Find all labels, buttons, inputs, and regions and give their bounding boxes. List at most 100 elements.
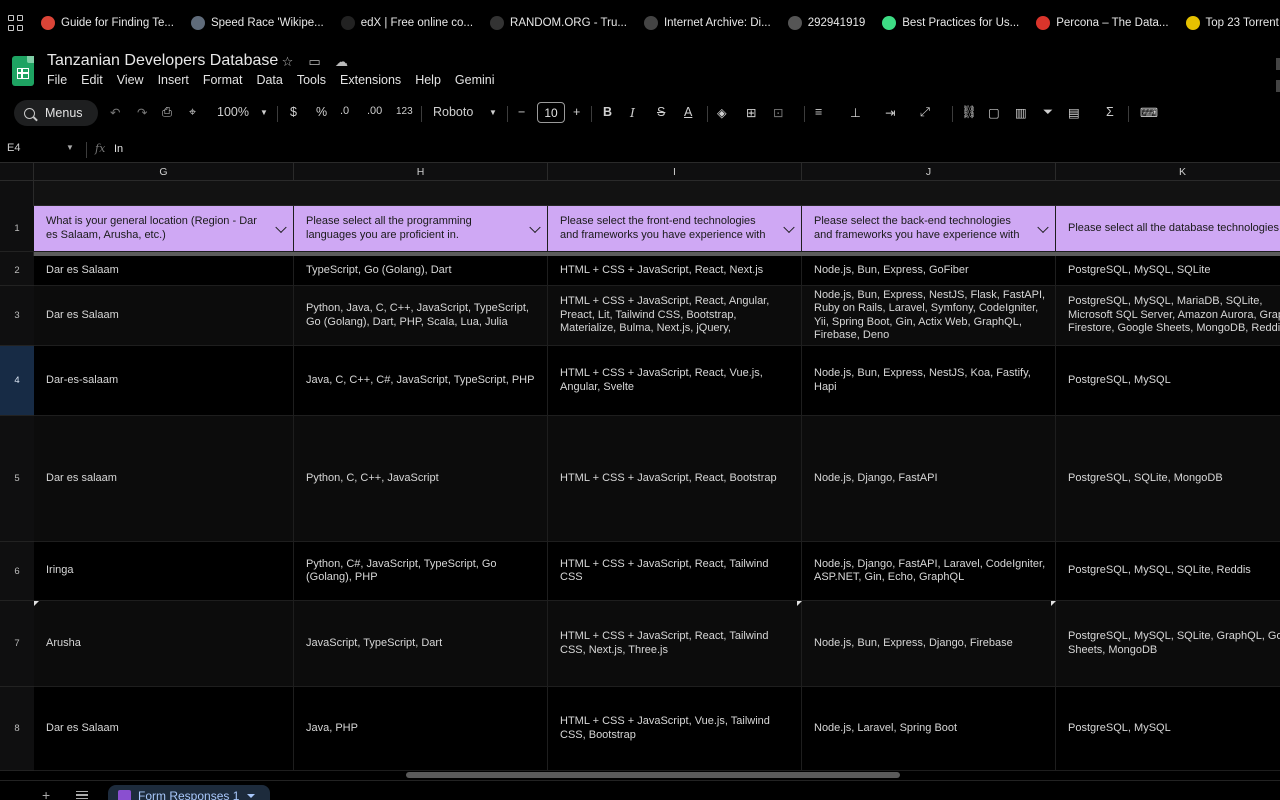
- move-folder-icon[interactable]: ▭: [307, 54, 322, 69]
- filter-chevron-icon[interactable]: [529, 221, 541, 233]
- row-header-1[interactable]: 1: [0, 206, 34, 252]
- cell-backend[interactable]: Node.js, Django, FastAPI, Laravel, CodeI…: [802, 542, 1056, 601]
- italic-button[interactable]: I: [630, 105, 635, 120]
- cell-frontend[interactable]: HTML + CSS + JavaScript, React, Vue.js, …: [548, 346, 802, 416]
- zoom-chevron-icon[interactable]: ▼: [260, 108, 268, 117]
- vertical-align-icon[interactable]: ⊥: [850, 105, 861, 120]
- header-cell-backend[interactable]: Please select the back-end technologies …: [802, 206, 1056, 252]
- column-header-k[interactable]: K: [1056, 163, 1280, 181]
- decrease-font-size-icon[interactable]: −: [518, 105, 525, 119]
- cell-location[interactable]: Dar es Salaam: [34, 687, 294, 771]
- cell-databases[interactable]: PostgreSQL, MySQL: [1056, 687, 1280, 771]
- bookmark-item[interactable]: 292941919: [787, 16, 865, 30]
- cell-backend[interactable]: Node.js, Bun, Express, Django, Firebase: [802, 601, 1056, 687]
- cell-languages[interactable]: Python, C, C++, JavaScript: [294, 416, 548, 542]
- text-rotation-icon[interactable]: ⤢: [920, 105, 930, 120]
- menu-help[interactable]: Help: [415, 73, 441, 87]
- add-sheet-icon[interactable]: +: [42, 787, 50, 800]
- menu-tools[interactable]: Tools: [297, 73, 326, 87]
- bookmark-item[interactable]: Percona – The Data...: [1036, 16, 1169, 30]
- cell-languages[interactable]: Python, Java, C, C++, JavaScript, TypeSc…: [294, 286, 548, 346]
- cell-frontend[interactable]: HTML + CSS + JavaScript, React, Tailwind…: [548, 542, 802, 601]
- row-header-6[interactable]: 6: [0, 542, 34, 601]
- menu-edit[interactable]: Edit: [81, 73, 103, 87]
- bookmark-item[interactable]: Best Practices for Us...: [882, 16, 1019, 30]
- filter-icon[interactable]: ⏷: [1043, 105, 1053, 120]
- header-cell-languages[interactable]: Please select all the programming langua…: [294, 206, 548, 252]
- menu-gemini[interactable]: Gemini: [455, 73, 495, 87]
- functions-icon[interactable]: Σ: [1106, 105, 1114, 119]
- column-header-h[interactable]: H: [294, 163, 548, 181]
- star-icon[interactable]: ☆: [280, 54, 295, 69]
- column-header-j[interactable]: J: [802, 163, 1056, 181]
- insert-link-icon[interactable]: ⛓: [961, 105, 977, 120]
- print-icon[interactable]: ⎙: [162, 105, 172, 120]
- header-cell-location[interactable]: What is your general location (Region - …: [34, 206, 294, 252]
- header-cell-databases[interactable]: Please select all the database technolog…: [1056, 206, 1280, 252]
- menu-format[interactable]: Format: [203, 73, 243, 87]
- strikethrough-button[interactable]: S: [657, 105, 665, 119]
- bookmark-item[interactable]: Speed Race 'Wikipe...: [190, 16, 324, 30]
- formula-input[interactable]: In: [114, 143, 123, 155]
- text-color-button[interactable]: A: [684, 105, 692, 119]
- text-wrapping-icon[interactable]: ⇥: [885, 105, 895, 120]
- cell-frontend[interactable]: HTML + CSS + JavaScript, React, Bootstra…: [548, 416, 802, 542]
- font-size-input[interactable]: 10: [537, 102, 565, 123]
- row-header-3[interactable]: 3: [0, 286, 34, 346]
- font-chevron-icon[interactable]: ▼: [489, 108, 497, 117]
- all-sheets-icon[interactable]: [76, 791, 88, 799]
- decrease-decimal-button[interactable]: .0: [340, 105, 349, 117]
- percent-format-button[interactable]: %: [316, 105, 327, 119]
- document-title[interactable]: Tanzanian Developers Database: [47, 52, 278, 70]
- cell-backend[interactable]: Node.js, Bun, Express, NestJS, Koa, Fast…: [802, 346, 1056, 416]
- cell-databases[interactable]: PostgreSQL, MySQL, SQLite, Reddis: [1056, 542, 1280, 601]
- zoom-select[interactable]: 100%: [217, 105, 249, 119]
- bookmark-item[interactable]: Internet Archive: Di...: [643, 16, 771, 30]
- select-all-corner[interactable]: [0, 163, 34, 181]
- bookmark-item[interactable]: Guide for Finding Te...: [41, 16, 174, 30]
- fill-color-icon[interactable]: ◈: [717, 105, 727, 120]
- name-box[interactable]: E4: [7, 142, 20, 154]
- number-format-button[interactable]: 123: [396, 106, 413, 117]
- input-tools-icon[interactable]: ⌨: [1140, 105, 1158, 120]
- horizontal-align-icon[interactable]: ≡: [815, 105, 822, 119]
- menu-extensions[interactable]: Extensions: [340, 73, 401, 87]
- note-indicator[interactable]: [34, 601, 39, 606]
- cell-backend[interactable]: Node.js, Bun, Express, NestJS, Flask, Fa…: [802, 286, 1056, 346]
- column-header-g[interactable]: G: [34, 163, 294, 181]
- row-header-4[interactable]: 4: [0, 346, 34, 416]
- cell-location[interactable]: Dar-es-salaam: [34, 346, 294, 416]
- menu-file[interactable]: File: [47, 73, 67, 87]
- paint-format-icon[interactable]: ⌖: [189, 105, 196, 120]
- horizontal-scrollbar[interactable]: [406, 772, 900, 778]
- apps-grid-icon[interactable]: [8, 15, 23, 31]
- cell-databases[interactable]: PostgreSQL, MySQL: [1056, 346, 1280, 416]
- menu-data[interactable]: Data: [256, 73, 282, 87]
- column-header-i[interactable]: I: [548, 163, 802, 181]
- bookmark-item[interactable]: Top 23 Torrent Sites...: [1185, 16, 1280, 30]
- cell-location[interactable]: Dar es Salaam: [34, 256, 294, 286]
- filter-chevron-icon[interactable]: [783, 221, 795, 233]
- cell-frontend[interactable]: HTML + CSS + JavaScript, React, Tailwind…: [548, 601, 802, 687]
- header-cell-frontend[interactable]: Please select the front-end technologies…: [548, 206, 802, 252]
- cell-location[interactable]: Arusha: [34, 601, 294, 687]
- insert-comment-icon[interactable]: ▢: [988, 105, 1000, 120]
- bookmark-item[interactable]: RANDOM.ORG - Tru...: [490, 16, 627, 30]
- bookmark-item[interactable]: edX | Free online co...: [340, 16, 473, 30]
- menu-view[interactable]: View: [117, 73, 144, 87]
- cell-backend[interactable]: Node.js, Laravel, Spring Boot: [802, 687, 1056, 771]
- cell-languages[interactable]: JavaScript, TypeScript, Dart: [294, 601, 548, 687]
- sheet-tab-form-responses[interactable]: Form Responses 1: [108, 785, 270, 800]
- row-header-8[interactable]: 8: [0, 687, 34, 771]
- menu-insert[interactable]: Insert: [158, 73, 189, 87]
- merge-cells-icon[interactable]: ⊡: [773, 105, 783, 120]
- currency-format-button[interactable]: $: [290, 105, 297, 119]
- filter-chevron-icon[interactable]: [1037, 221, 1049, 233]
- cell-databases[interactable]: PostgreSQL, SQLite, MongoDB: [1056, 416, 1280, 542]
- cell-languages[interactable]: Python, C#, JavaScript, TypeScript, Go (…: [294, 542, 548, 601]
- cloud-status-icon[interactable]: ☁: [334, 54, 349, 69]
- cell-frontend[interactable]: HTML + CSS + JavaScript, Vue.js, Tailwin…: [548, 687, 802, 771]
- cell-backend[interactable]: Node.js, Django, FastAPI: [802, 416, 1056, 542]
- filter-views-icon[interactable]: ▤: [1068, 105, 1080, 120]
- sheets-logo-icon[interactable]: [12, 56, 34, 86]
